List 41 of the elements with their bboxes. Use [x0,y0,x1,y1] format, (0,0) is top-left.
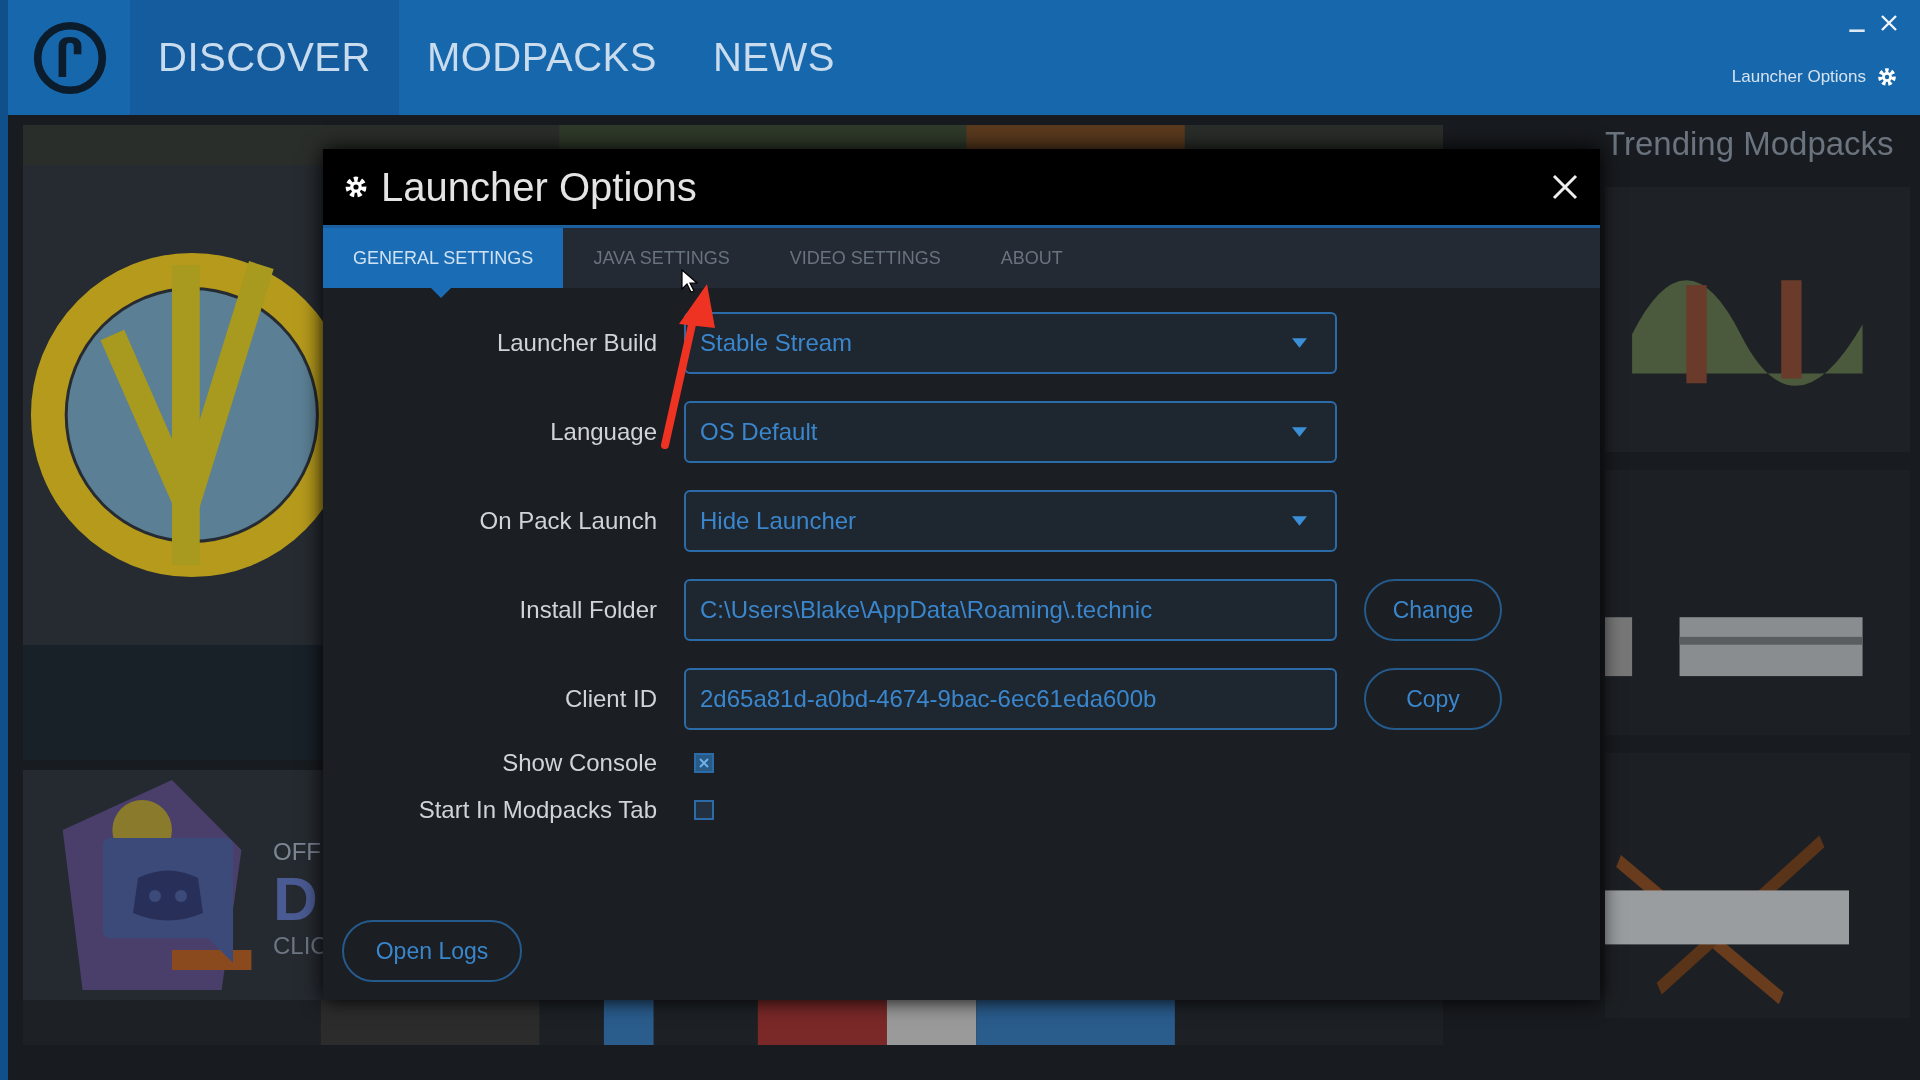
checkbox[interactable] [694,753,714,773]
action-button[interactable]: Change [1364,579,1502,641]
tab-pointer-icon [431,288,451,298]
field-label: Language [549,418,657,446]
settings-icon[interactable] [1876,66,1898,88]
text-field[interactable]: 2d65a81d-a0bd-4674-9bac-6ec61eda600b [684,668,1337,730]
field-label: Install Folder [518,596,657,624]
settings-tab[interactable]: JAVA SETTINGS [563,228,760,288]
field-label: Launcher Build [495,329,657,357]
field-label: On Pack Launch [478,507,657,535]
caret-icon [1292,338,1307,348]
dropdown-value: Hide Launcher [700,507,857,535]
field-label: Client ID [563,685,657,713]
settings-tab[interactable]: VIDEO SETTINGS [759,228,971,288]
settings-tab[interactable]: ABOUT [970,228,1093,288]
checkbox-label: Show Console [501,749,657,777]
card-title: D [273,866,319,932]
dropdown-value: OS Default [700,418,818,446]
nav-tab[interactable]: DISCOVER [130,0,399,115]
launcher-options-link[interactable]: Launcher Options [1731,67,1866,87]
settings-icon [343,174,369,200]
action-button[interactable]: Copy [1364,668,1502,730]
dropdown[interactable]: Stable Stream [684,312,1337,374]
nav-tab[interactable]: NEWS [684,0,863,115]
dialog-title: Launcher Options [381,164,697,210]
card-kicker: OFF [273,838,322,866]
caret-icon [1292,516,1307,526]
open-logs-button[interactable]: Open Logs [342,920,522,982]
logo-icon[interactable] [32,20,108,96]
text-field[interactable]: C:\Users\Blake\AppData\Roaming\.technic [684,579,1337,641]
cross-mark-icon [698,757,710,769]
close-icon[interactable] [1552,174,1578,200]
checkbox[interactable] [694,800,714,820]
dropdown[interactable]: Hide Launcher [684,490,1337,552]
checkbox-label: Start In Modpacks Tab [417,796,657,824]
dropdown-value: Stable Stream [700,329,853,357]
caret-icon [1292,427,1307,437]
dropdown[interactable]: OS Default [684,401,1337,463]
cursor-icon [681,269,698,293]
section-heading: Trending Modpacks [1605,125,1894,164]
nav-tab[interactable]: MODPACKS [398,0,685,115]
